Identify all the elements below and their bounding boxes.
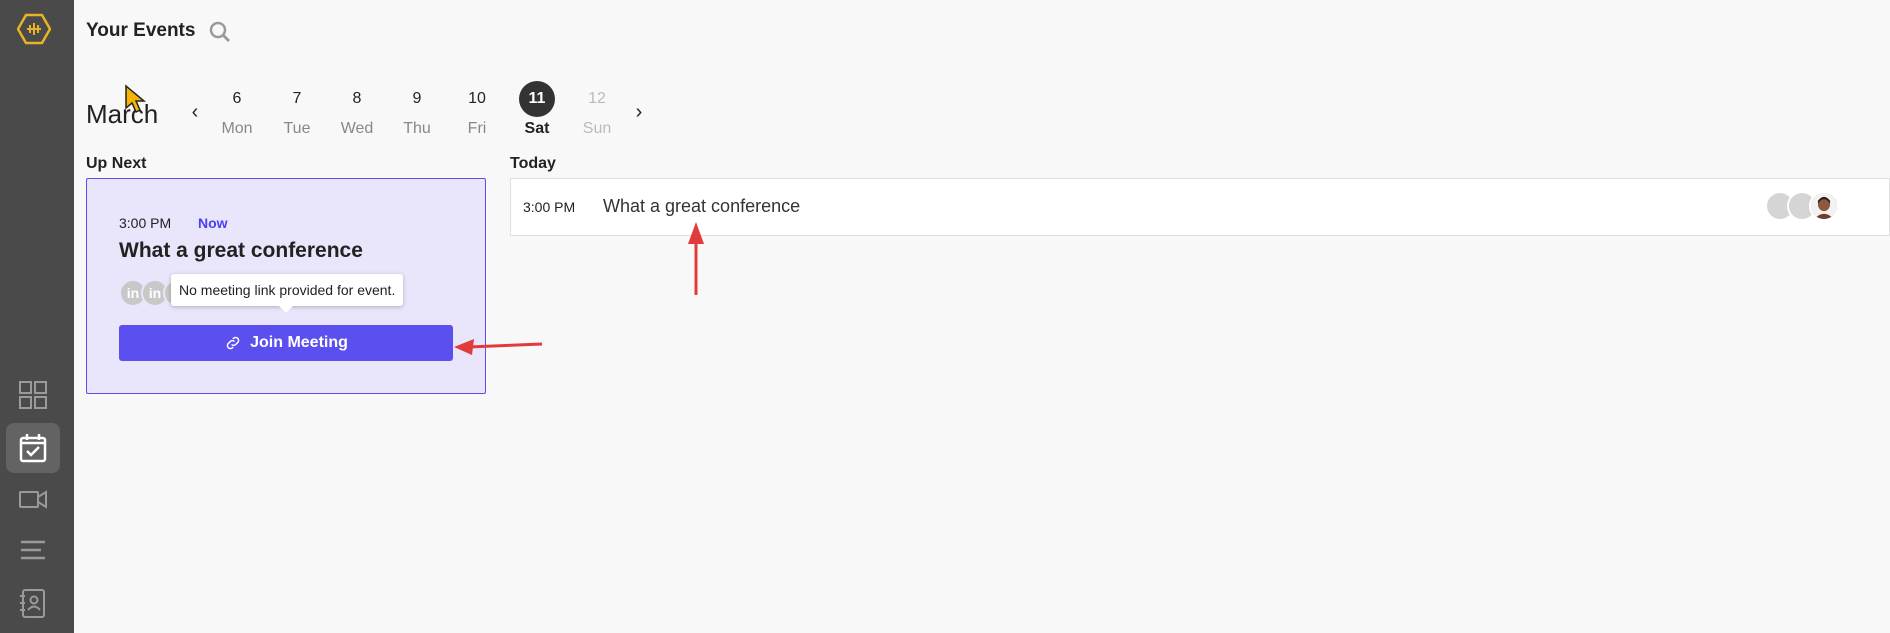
date-weekday: Wed: [340, 120, 374, 137]
today-event-row[interactable]: 3:00 PM What a great conference: [510, 178, 1890, 236]
date-weekday: Sun: [582, 120, 612, 137]
avatar: [1809, 191, 1839, 221]
search-icon[interactable]: [208, 20, 232, 44]
dashboard-grid-icon: [19, 381, 47, 409]
calendar-check-icon: [19, 434, 47, 463]
date-item[interactable]: 6 Mon: [207, 81, 267, 141]
tooltip: No meeting link provided for event.: [171, 274, 404, 313]
sidebar-item-events[interactable]: [6, 423, 60, 473]
sidebar-item-dashboard[interactable]: [6, 370, 60, 420]
sidebar-item-video[interactable]: [6, 474, 60, 524]
date-number: 6: [232, 90, 242, 107]
date-number: 11: [519, 81, 555, 117]
date-weekday: Sat: [524, 120, 550, 137]
contacts-book-icon: [20, 589, 45, 618]
mouse-cursor-icon: [125, 84, 147, 114]
sidebar-item-contacts[interactable]: [6, 578, 60, 628]
date-item-disabled: 12 Sun: [567, 81, 627, 141]
status-badge: Now: [198, 215, 228, 231]
date-number: 8: [352, 90, 362, 107]
up-next-label: Up Next: [86, 155, 147, 172]
date-weekday: Fri: [467, 120, 487, 137]
date-number: 9: [412, 90, 422, 107]
event-title: What a great conference: [119, 239, 363, 262]
next-week-button[interactable]: ›: [630, 101, 648, 123]
join-meeting-label: Join Meeting: [250, 334, 348, 351]
date-number: 12: [588, 90, 606, 107]
up-next-card[interactable]: 3:00 PM Now What a great conference in i…: [86, 178, 486, 394]
event-time: 3:00 PM: [119, 215, 172, 231]
date-item[interactable]: 7 Tue: [267, 81, 327, 141]
event-title: What a great conference: [603, 196, 801, 216]
date-weekday: Thu: [403, 120, 431, 137]
date-weekday: Tue: [283, 120, 311, 137]
today-label: Today: [510, 155, 556, 172]
prev-week-button[interactable]: ‹: [186, 101, 204, 123]
link-icon: [226, 336, 240, 350]
menu-lines-icon: [21, 540, 45, 560]
hexagon-logo-icon[interactable]: [16, 12, 52, 46]
sidebar-item-list[interactable]: [6, 526, 60, 576]
video-camera-icon: [19, 490, 47, 509]
date-item-selected[interactable]: 11 Sat: [507, 81, 567, 141]
date-item[interactable]: 10 Fri: [447, 81, 507, 141]
sidebar: [0, 0, 74, 633]
event-time: 3:00 PM: [523, 199, 576, 215]
date-item[interactable]: 8 Wed: [327, 81, 387, 141]
date-number: 7: [292, 90, 302, 107]
date-weekday: Mon: [221, 120, 253, 137]
date-item[interactable]: 9 Thu: [387, 81, 447, 141]
join-meeting-button[interactable]: Join Meeting: [119, 325, 453, 361]
date-number: 10: [468, 90, 486, 107]
page-title: Your Events: [86, 20, 196, 41]
